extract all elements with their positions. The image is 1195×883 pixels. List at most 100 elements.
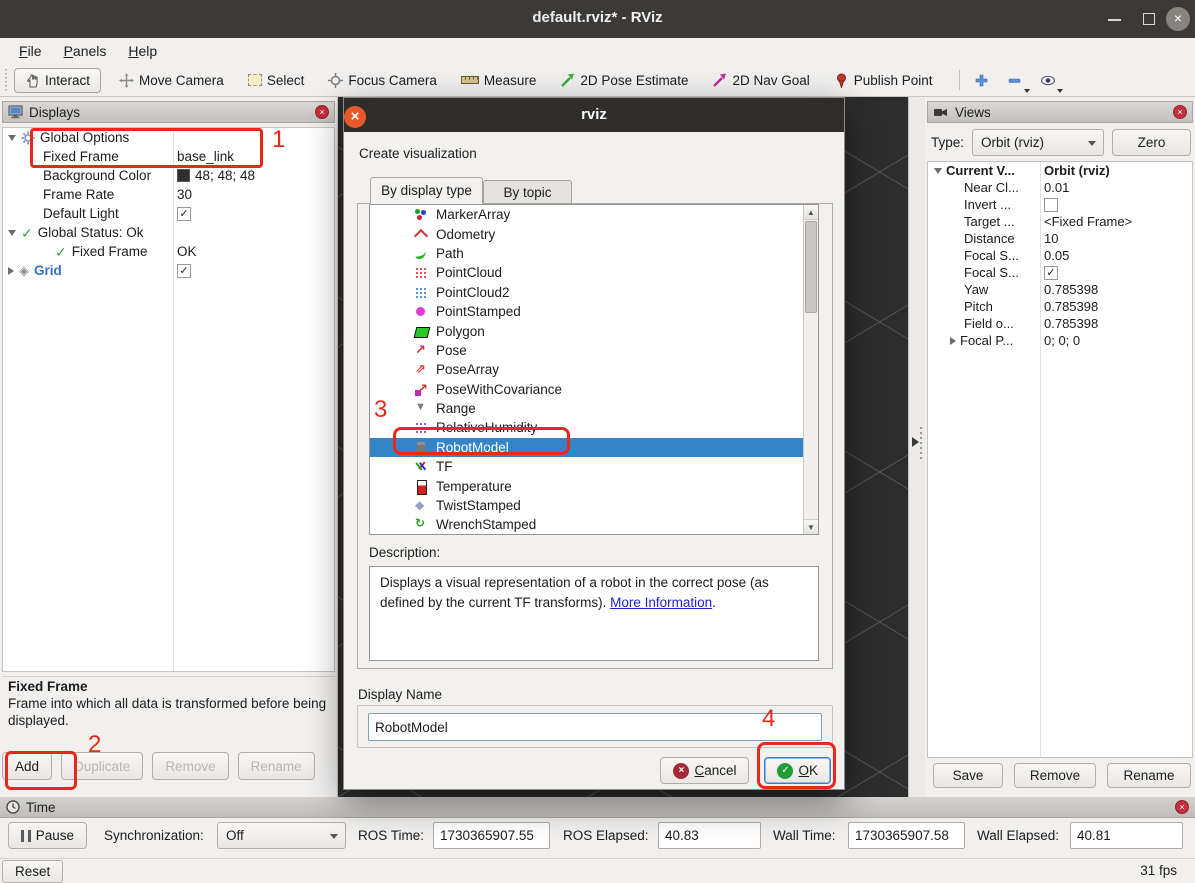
display-type-item[interactable]: MarkerArray	[370, 205, 818, 224]
save-view-button[interactable]: Save	[933, 763, 1003, 788]
menu-panels[interactable]: Panels	[53, 40, 118, 62]
display-name-input[interactable]	[368, 713, 822, 741]
tree-row-grid[interactable]: ◈ Grid ✓	[3, 261, 334, 280]
display-type-item[interactable]: PointCloud2	[370, 283, 818, 302]
sync-select[interactable]: Off	[217, 822, 346, 849]
close-views-panel-button[interactable]: ×	[1173, 105, 1187, 119]
ros-time-input[interactable]	[433, 822, 550, 849]
view-row-distance[interactable]: Distance 10	[928, 230, 1192, 247]
display-type-item[interactable]: Path	[370, 244, 818, 263]
wall-time-input[interactable]	[848, 822, 965, 849]
close-time-panel-button[interactable]: ×	[1175, 800, 1189, 814]
zero-button[interactable]: Zero	[1112, 129, 1191, 156]
display-type-item[interactable]: RelativeHumidity	[370, 418, 818, 437]
view-row-pitch[interactable]: Pitch 0.785398	[928, 298, 1192, 315]
close-button[interactable]: ×	[1166, 7, 1190, 31]
tool-publish-point[interactable]: Publish Point	[834, 73, 933, 88]
display-type-item[interactable]: RobotModel	[370, 438, 818, 457]
display-type-item[interactable]: PointCloud	[370, 263, 818, 282]
checkbox-checked[interactable]: ✓	[1044, 266, 1058, 280]
view-prop-value[interactable]: 0.01	[1040, 180, 1069, 195]
checkbox-checked[interactable]: ✓	[177, 207, 191, 221]
ok-button[interactable]: ✓ OK	[764, 757, 831, 784]
property-value[interactable]: 48; 48; 48	[195, 168, 255, 183]
add-tool-button[interactable]	[970, 68, 994, 92]
more-information-link[interactable]: More Information	[610, 595, 712, 610]
tree-row-global-status[interactable]: ✓ Global Status: Ok	[3, 223, 334, 242]
display-type-item[interactable]: TF	[370, 457, 818, 476]
ros-elapsed-input[interactable]	[658, 822, 761, 849]
display-type-item[interactable]: PoseWithCovariance	[370, 380, 818, 399]
tree-row-fixed-frame-status[interactable]: ✓ Fixed Frame OK	[3, 242, 334, 261]
tab-by-display-type[interactable]: By display type	[370, 177, 483, 204]
color-swatch[interactable]	[177, 169, 190, 182]
view-row-current[interactable]: Current V... Orbit (rviz)	[928, 162, 1192, 179]
view-row-focal-shape-fixed[interactable]: Focal S... ✓	[928, 264, 1192, 281]
tool-measure[interactable]: Measure	[461, 73, 537, 88]
display-type-item[interactable]: PointStamped	[370, 302, 818, 321]
rename-view-button[interactable]: Rename	[1107, 763, 1191, 788]
expander-down-icon[interactable]	[934, 168, 942, 174]
view-prop-value[interactable]: <Fixed Frame>	[1040, 214, 1132, 229]
duplicate-display-button[interactable]: Duplicate	[61, 752, 143, 780]
cancel-button[interactable]: × Cancel	[660, 757, 749, 784]
display-type-item[interactable]: Pose	[370, 341, 818, 360]
view-row-focal-shape-size[interactable]: Focal S... 0.05	[928, 247, 1192, 264]
remove-display-button[interactable]: Remove	[152, 752, 228, 780]
view-prop-value[interactable]: 0.785398	[1040, 316, 1098, 331]
tree-row-fixed-frame[interactable]: Fixed Frame base_link	[3, 147, 334, 166]
view-row-focal-point[interactable]: Focal P... 0; 0; 0	[928, 332, 1192, 349]
tree-row-global-options[interactable]: Global Options	[3, 128, 334, 147]
checkbox-unchecked[interactable]	[1044, 198, 1058, 212]
expand-panel-handle[interactable]	[912, 437, 919, 447]
remove-view-button[interactable]: Remove	[1014, 763, 1096, 788]
tool-move-camera[interactable]: Move Camera	[119, 73, 224, 88]
minimize-button[interactable]	[1108, 19, 1121, 21]
scrollbar-thumb[interactable]	[805, 221, 817, 313]
display-type-item[interactable]: TwistStamped	[370, 496, 818, 515]
scroll-up-icon[interactable]: ▲	[804, 205, 818, 220]
splitter-grip[interactable]	[920, 427, 922, 461]
checkbox-checked[interactable]: ✓	[177, 264, 191, 278]
rename-display-button[interactable]: Rename	[238, 752, 315, 780]
tree-row-frame-rate[interactable]: Frame Rate 30	[3, 185, 334, 204]
tab-by-topic[interactable]: By topic	[483, 180, 572, 204]
view-prop-value[interactable]: 0.785398	[1040, 299, 1098, 314]
display-type-item[interactable]: Odometry	[370, 224, 818, 243]
view-row-invert[interactable]: Invert ...	[928, 196, 1192, 213]
close-displays-panel-button[interactable]: ×	[315, 105, 329, 119]
view-row-field-of-view[interactable]: Field o... 0.785398	[928, 315, 1192, 332]
remove-tool-button[interactable]	[1003, 68, 1027, 92]
view-prop-value[interactable]: 0; 0; 0	[1040, 333, 1080, 348]
display-type-item[interactable]: Polygon	[370, 321, 818, 340]
view-row-near-clip[interactable]: Near Cl... 0.01	[928, 179, 1192, 196]
list-scrollbar[interactable]: ▲ ▼	[803, 205, 818, 534]
tool-focus-camera[interactable]: Focus Camera	[328, 73, 437, 88]
wall-elapsed-input[interactable]	[1070, 822, 1183, 849]
tree-row-background-color[interactable]: Background Color 48; 48; 48	[3, 166, 334, 185]
menu-file[interactable]: File	[8, 40, 53, 62]
display-type-item[interactable]: WrenchStamped	[370, 515, 818, 534]
display-type-item[interactable]: Temperature	[370, 476, 818, 495]
maximize-button[interactable]	[1143, 13, 1155, 25]
tool-2d-nav-goal[interactable]: 2D Nav Goal	[712, 73, 809, 88]
expander-right-icon[interactable]	[950, 337, 956, 345]
view-row-yaw[interactable]: Yaw 0.785398	[928, 281, 1192, 298]
display-type-item[interactable]: PoseArray	[370, 360, 818, 379]
property-value[interactable]: 30	[173, 187, 192, 202]
view-row-target[interactable]: Target ... <Fixed Frame>	[928, 213, 1192, 230]
view-prop-value[interactable]: 0.785398	[1040, 282, 1098, 297]
expander-down-icon[interactable]	[8, 135, 16, 141]
display-type-item[interactable]: Range	[370, 399, 818, 418]
menu-help[interactable]: Help	[117, 40, 168, 62]
tool-2d-pose-estimate[interactable]: 2D Pose Estimate	[560, 73, 688, 88]
tool-select[interactable]: Select	[248, 73, 305, 88]
toolbar-grip[interactable]	[4, 69, 10, 91]
reset-button[interactable]: Reset	[2, 860, 63, 883]
view-prop-value[interactable]: 10	[1040, 231, 1058, 246]
add-display-button[interactable]: Add	[2, 752, 52, 780]
dialog-close-button[interactable]: ×	[344, 106, 366, 128]
view-prop-value[interactable]: 0.05	[1040, 248, 1069, 263]
expander-right-icon[interactable]	[8, 267, 14, 275]
visibility-tool-button[interactable]	[1036, 68, 1060, 92]
